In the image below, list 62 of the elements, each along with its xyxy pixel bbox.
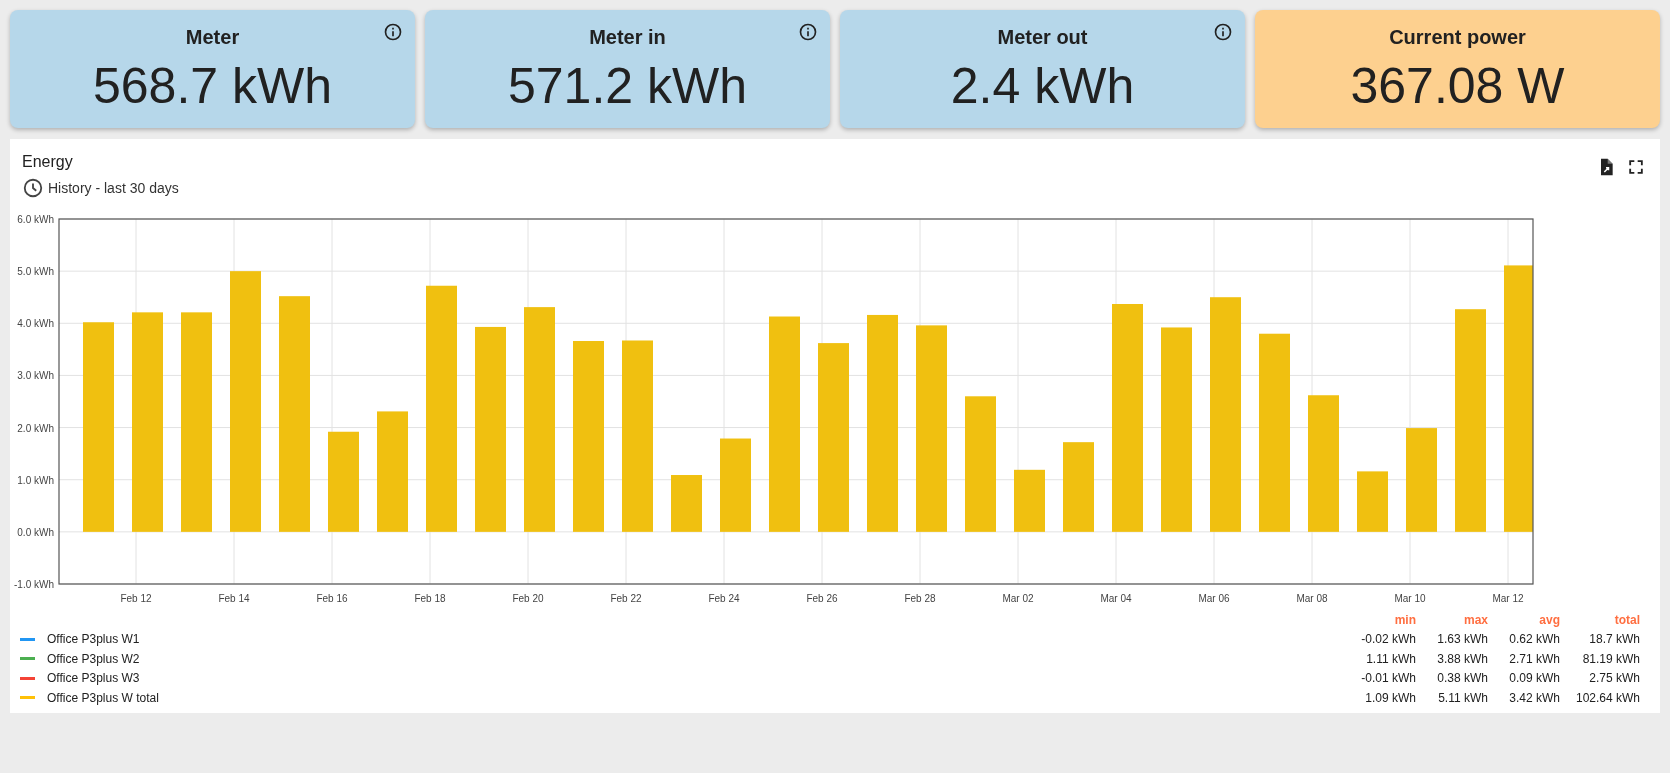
legend-value: 0.09 kWh: [1508, 671, 1560, 686]
legend-value: 81.19 kWh: [1581, 651, 1640, 666]
clock-icon: [22, 177, 44, 199]
legend-value: 0.62 kWh: [1508, 632, 1560, 647]
x-axis-label: Mar 04: [1100, 593, 1132, 604]
info-icon[interactable]: [1213, 22, 1233, 42]
legend-series-name[interactable]: Office P3plus W total: [47, 690, 1344, 705]
x-axis-label: Feb 22: [610, 593, 642, 604]
card-value: 367.08 W: [1350, 57, 1565, 115]
legend-series-name[interactable]: Office P3plus W2: [47, 651, 1344, 666]
y-axis-label: 0.0 kWh: [17, 526, 54, 538]
card-title: Meter in: [589, 26, 666, 49]
y-axis-label: 4.0 kWh: [17, 318, 54, 330]
x-axis-label: Feb 20: [512, 593, 544, 604]
fullscreen-icon[interactable]: [1626, 157, 1646, 177]
x-axis-label: Mar 06: [1198, 593, 1230, 604]
card-value: 568.7 kWh: [93, 57, 332, 115]
x-axis-label: Feb 14: [218, 593, 250, 604]
legend-column-header: max: [1462, 612, 1488, 627]
x-axis-label: Mar 12: [1492, 593, 1524, 604]
legend-value: 1.09 kWh: [1364, 690, 1416, 705]
legend-value: 2.75 kWh: [1588, 671, 1640, 686]
legend-column-header: min: [1393, 612, 1416, 627]
legend-value: 102.64 kWh: [1574, 690, 1640, 705]
y-axis-label: 3.0 kWh: [17, 370, 54, 382]
legend-value: 3.88 kWh: [1436, 651, 1488, 666]
x-axis-label: Feb 12: [120, 593, 152, 604]
x-axis-label: Feb 26: [806, 593, 838, 604]
x-axis-label: Feb 24: [708, 593, 740, 604]
card-title: Meter: [185, 26, 240, 49]
y-axis-label: 1.0 kWh: [17, 474, 54, 486]
legend-column-header: avg: [1538, 612, 1560, 627]
legend-value: 1.63 kWh: [1436, 632, 1488, 647]
legend-value: 18.7 kWh: [1588, 632, 1640, 647]
x-axis-label: Feb 28: [904, 593, 936, 604]
y-axis-label: 2.0 kWh: [17, 422, 54, 434]
x-axis-label: Mar 10: [1394, 593, 1426, 604]
card-value: 2.4 kWh: [950, 57, 1135, 115]
info-icon[interactable]: [798, 22, 818, 42]
x-axis-label: Mar 08: [1296, 593, 1328, 604]
legend-value: -0.02 kWh: [1360, 632, 1416, 647]
legend-value: -0.01 kWh: [1360, 671, 1416, 686]
legend-value: 1.11 kWh: [1365, 651, 1416, 666]
y-axis-label: 5.0 kWh: [17, 266, 54, 278]
legend-column-header: total: [1613, 612, 1640, 627]
card-value: 571.2 kWh: [508, 57, 747, 115]
legend-series-name[interactable]: Office P3plus W1: [47, 632, 1344, 647]
card-title: Meter out: [997, 26, 1088, 49]
legend-series-name[interactable]: Office P3plus W3: [47, 671, 1344, 686]
panel-title: Energy: [22, 153, 74, 171]
legend-value: 0.38 kWh: [1436, 671, 1488, 686]
legend-value: 5.11 kWh: [1437, 690, 1488, 705]
x-axis-label: Feb 16: [316, 593, 348, 604]
x-axis-label: Mar 02: [1002, 593, 1034, 604]
legend-value: 2.71 kWh: [1508, 651, 1560, 666]
panel-subtitle: History - last 30 days: [48, 180, 179, 196]
legend-value: 3.42 kWh: [1508, 690, 1560, 705]
y-axis-label: 6.0 kWh: [17, 214, 54, 225]
y-axis-label: -1.0 kWh: [14, 579, 54, 590]
card-title: Current power: [1389, 26, 1526, 49]
info-icon[interactable]: [383, 22, 403, 42]
x-axis-label: Feb 18: [414, 593, 446, 604]
